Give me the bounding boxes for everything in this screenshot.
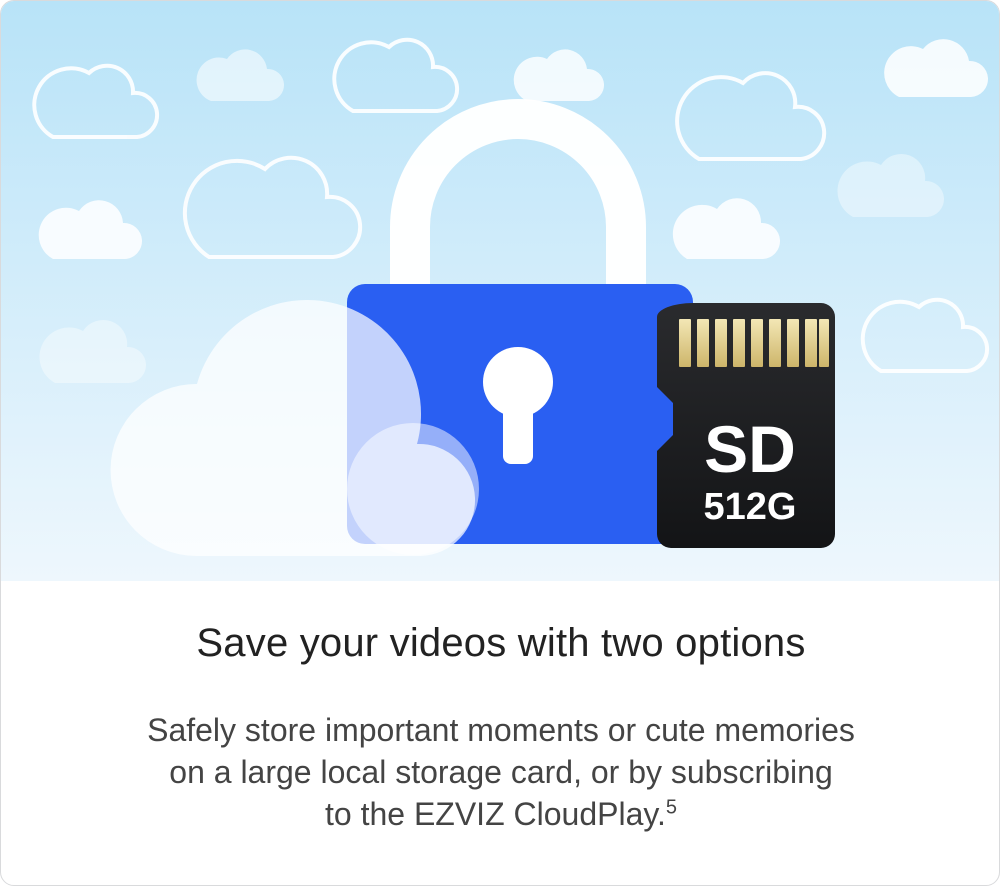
sd-capacity-label: 512G — [704, 486, 797, 528]
description-line-text: to the EZVIZ CloudPlay. — [324, 796, 666, 832]
footnote-marker[interactable]: 5 — [666, 796, 677, 818]
caption-section: Save your videos with two options Safely… — [1, 581, 999, 885]
feature-title: Save your videos with two options — [196, 621, 806, 665]
feature-card: SD 512G Save your videos with two option… — [0, 0, 1000, 886]
feature-description: Safely store important moments or cute m… — [61, 709, 941, 835]
description-line-last: to the EZVIZ CloudPlay.5 — [61, 793, 941, 835]
sd-label: SD — [704, 412, 796, 486]
description-line: on a large local storage card, or by sub… — [169, 754, 833, 790]
hero-illustration: SD 512G — [1, 1, 999, 581]
description-line: Safely store important moments or cute m… — [147, 712, 855, 748]
sd-card-icon: SD 512G — [657, 303, 835, 548]
